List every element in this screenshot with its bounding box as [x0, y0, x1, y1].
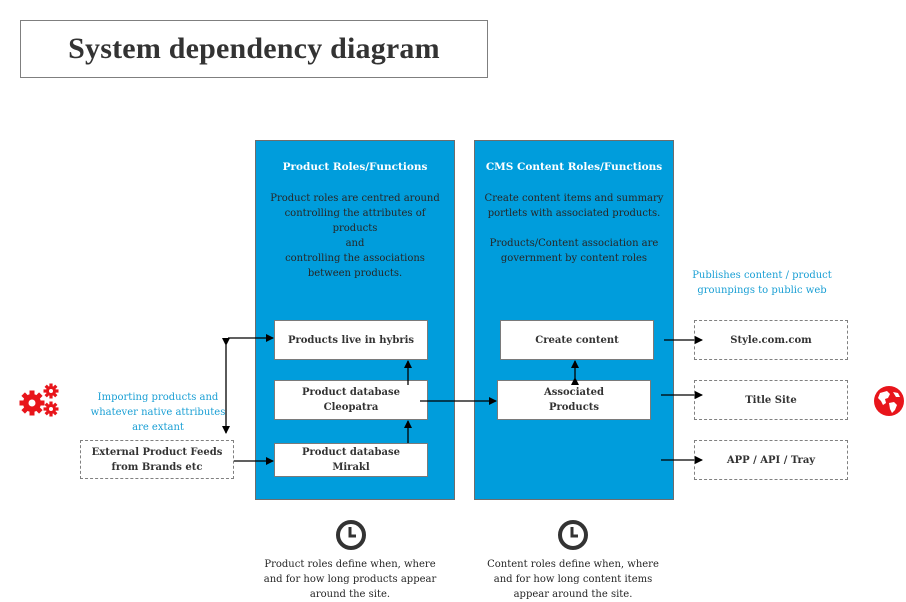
- connectors: [222, 334, 703, 465]
